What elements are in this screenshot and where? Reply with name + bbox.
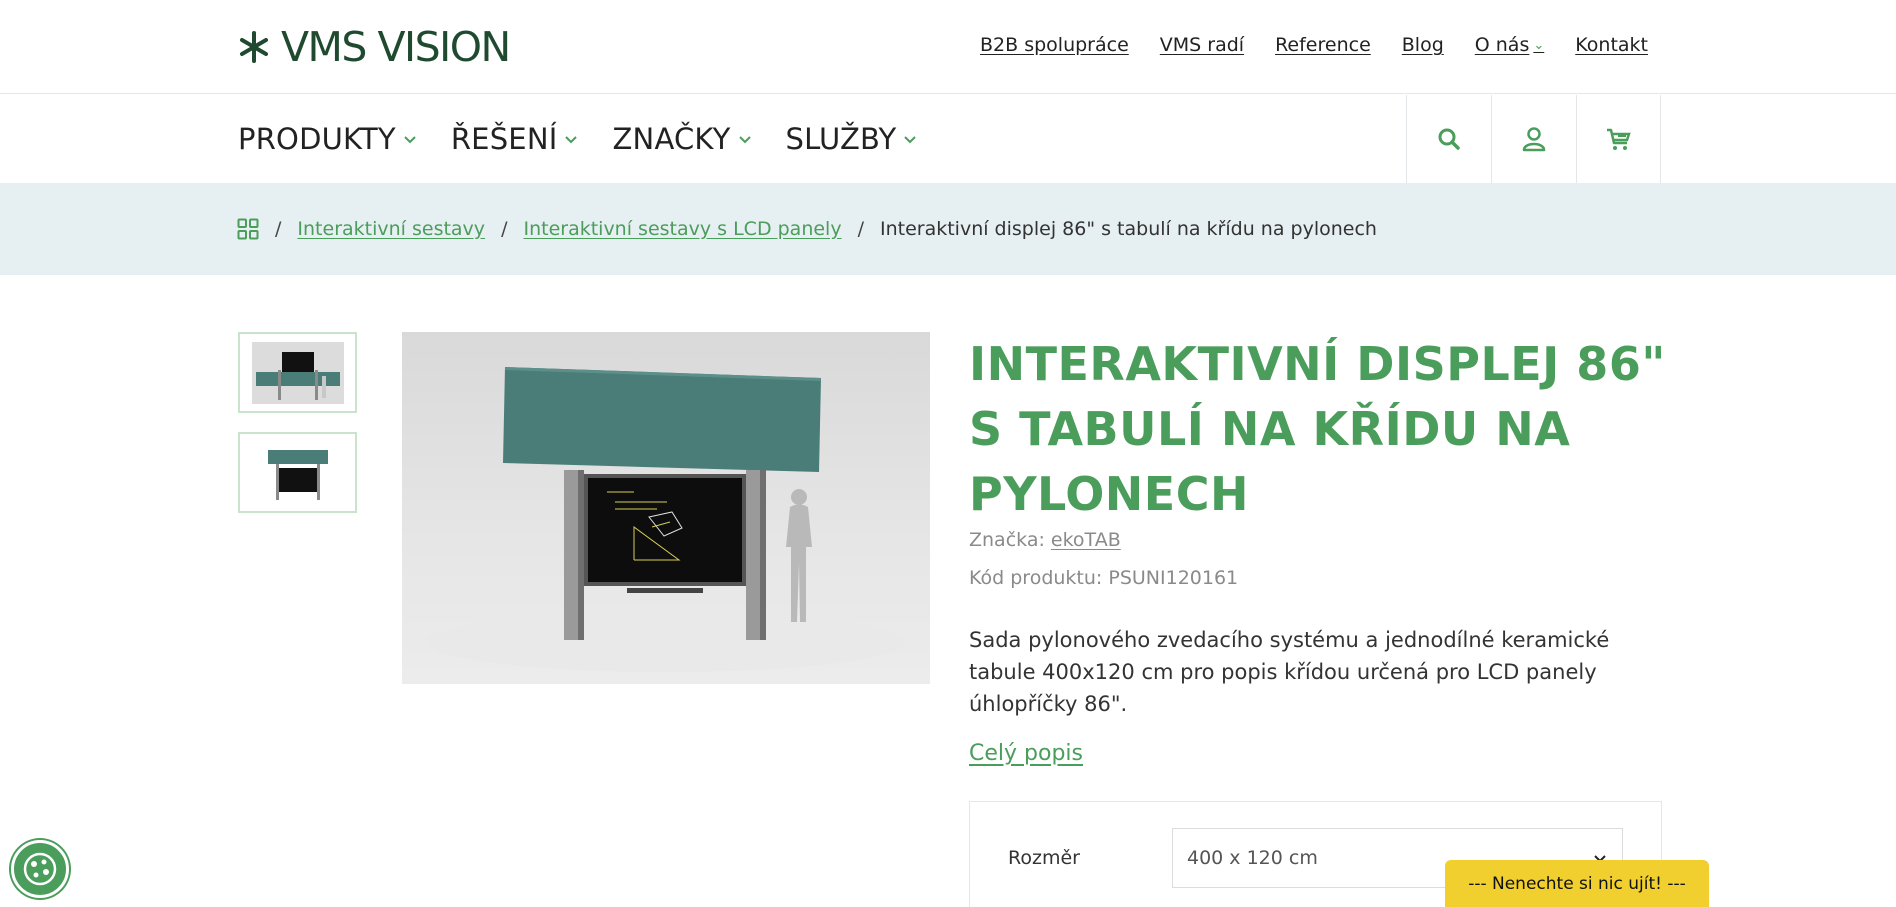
product-thumbnail[interactable] <box>238 332 357 413</box>
logo-text: VMS VISION <box>281 22 511 71</box>
cookie-settings-button[interactable] <box>11 840 69 898</box>
brand-label: Značka: <box>969 529 1045 551</box>
breadcrumb-separator: / <box>275 218 282 240</box>
top-link-vms-radi[interactable]: VMS radí <box>1160 34 1244 56</box>
product-thumbnail[interactable] <box>238 432 357 513</box>
cart-button[interactable] <box>1576 95 1661 183</box>
cookie-icon <box>23 852 57 886</box>
full-description-link[interactable]: Celý popis <box>969 741 1083 766</box>
chevron-down-icon <box>402 131 418 147</box>
product-main-image[interactable] <box>402 332 930 684</box>
logo[interactable]: VMS VISION <box>237 22 511 72</box>
user-icon <box>1522 127 1546 152</box>
menu-item-label: ŘEŠENÍ <box>450 122 558 156</box>
product-brand: Značka: ekoTAB <box>969 529 1121 551</box>
top-link-blog[interactable]: Blog <box>1402 34 1444 56</box>
code-label: Kód produktu: <box>969 567 1103 589</box>
menu-item-sluzby[interactable]: SLUŽBY <box>786 122 919 156</box>
newsletter-promo-bar[interactable]: --- Nenechte si nic ujít! --- <box>1445 860 1709 907</box>
top-link-kontakt[interactable]: Kontakt <box>1575 34 1648 56</box>
menu-item-label: SLUŽBY <box>785 122 897 156</box>
main-menu: PRODUKTY ŘEŠENÍ ZNAČKY SLUŽBY <box>238 95 918 183</box>
breadcrumb-link[interactable]: Interaktivní sestavy <box>297 218 485 240</box>
breadcrumb: / Interaktivní sestavy / Interaktivní se… <box>237 183 1377 275</box>
asterisk-logo-icon <box>240 31 268 63</box>
account-button[interactable] <box>1491 95 1576 183</box>
top-nav: B2B spolupráce VMS radí Reference Blog O… <box>980 34 1648 56</box>
top-link-reference[interactable]: Reference <box>1275 34 1371 56</box>
size-selected-value: 400 x 120 cm <box>1187 847 1318 869</box>
chevron-down-icon <box>737 131 753 147</box>
search-button[interactable] <box>1406 95 1491 183</box>
breadcrumb-current: Interaktivní displej 86" s tabulí na kří… <box>879 218 1377 240</box>
size-label: Rozměr <box>1008 847 1080 869</box>
breadcrumb-separator: / <box>857 218 864 240</box>
breadcrumb-link[interactable]: Interaktivní sestavy s LCD panely <box>523 218 841 240</box>
menu-item-label: ZNAČKY <box>612 122 731 156</box>
product-code: Kód produktu: PSUNI120161 <box>969 567 1238 589</box>
grid-home-icon[interactable] <box>237 218 259 240</box>
cart-icon <box>1606 128 1631 150</box>
chevron-down-icon: ⌄ <box>1533 37 1545 53</box>
brand-link[interactable]: ekoTAB <box>1051 529 1121 551</box>
top-link-o-nas[interactable]: O nás ⌄ <box>1475 34 1545 56</box>
code-value: PSUNI120161 <box>1108 567 1239 589</box>
breadcrumb-bar: / Interaktivní sestavy / Interaktivní se… <box>0 183 1896 275</box>
menu-item-produkty[interactable]: PRODUKTY <box>238 122 418 156</box>
chevron-down-icon <box>563 131 579 147</box>
menu-item-label: PRODUKTY <box>238 122 396 156</box>
search-icon <box>1438 128 1460 150</box>
nav-tools <box>1406 95 1661 183</box>
chevron-down-icon <box>902 131 918 147</box>
main-nav: PRODUKTY ŘEŠENÍ ZNAČKY SLUŽBY <box>0 95 1896 183</box>
top-header: VMS VISION B2B spolupráce VMS radí Refer… <box>0 0 1896 94</box>
top-link-b2b[interactable]: B2B spolupráce <box>980 34 1129 56</box>
menu-item-znacky[interactable]: ZNAČKY <box>612 122 752 156</box>
product-description: Sada pylonového zvedacího systému a jedn… <box>969 628 1610 716</box>
product-title: INTERAKTIVNÍ DISPLEJ 86" S TABULÍ NA KŘÍ… <box>969 337 1666 521</box>
top-link-o-nas-label: O nás <box>1474 34 1530 56</box>
breadcrumb-separator: / <box>501 218 508 240</box>
menu-item-reseni[interactable]: ŘEŠENÍ <box>451 122 580 156</box>
